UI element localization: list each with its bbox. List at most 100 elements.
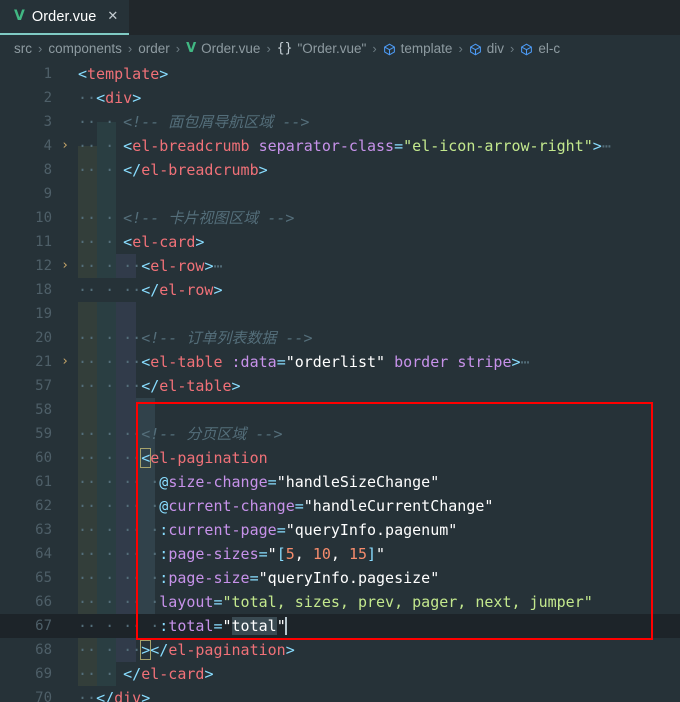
code-line[interactable]: 65 ·· · ·· ·:page-size="queryInfo.pagesi… — [0, 566, 680, 590]
line-number: 12 — [35, 258, 52, 274]
line-code: ·· · ·· ·:page-sizes="[5, 10, 15]" — [78, 545, 386, 563]
line-code: ·· · ·· ·@size-change="handleSizeChange" — [78, 473, 440, 491]
fold-chevron-icon[interactable]: › — [58, 350, 72, 374]
code-line[interactable]: 1 <template> — [0, 62, 680, 86]
line-gutter: 2 — [0, 86, 78, 110]
line-gutter: 19 — [0, 302, 78, 326]
code-line[interactable]: 12 › ·· · ··<el-row>⋯ — [0, 254, 680, 278]
line-gutter: 21 › — [0, 350, 78, 374]
code-editor[interactable]: 1 <template> 2 ··<div> 3 ·· · <!-- 面包屑导航… — [0, 62, 680, 702]
text-selection: total — [231, 617, 277, 635]
breadcrumb-separator-icon: › — [372, 41, 377, 56]
code-line[interactable]: 18 ·· · ··</el-row> — [0, 278, 680, 302]
line-gutter: 65 — [0, 566, 78, 590]
code-comment: <!-- 面包屑导航区域 --> — [123, 113, 310, 131]
breadcrumb-item-src[interactable]: src — [14, 41, 32, 56]
line-number: 8 — [43, 162, 52, 178]
line-code: ·· · ·· ·:total="total" — [78, 617, 287, 635]
code-line[interactable]: 62 ·· · ·· ·@current-change="handleCurre… — [0, 494, 680, 518]
code-line[interactable]: 70 ··</div> — [0, 686, 680, 702]
line-code: ·· · ·· ·@current-change="handleCurrentC… — [78, 497, 494, 515]
vscode-window: V Order.vue ✕ src › components › order ›… — [0, 0, 680, 702]
breadcrumb-item-template[interactable]: template — [383, 41, 452, 56]
code-comment: <!-- 分页区域 --> — [141, 425, 283, 443]
line-gutter: 11 — [0, 230, 78, 254]
code-line[interactable]: 8 ·· · </el-breadcrumb> — [0, 158, 680, 182]
code-line[interactable]: 60 ·· · ··<el-pagination — [0, 446, 680, 470]
fold-chevron-icon[interactable]: › — [58, 254, 72, 278]
breadcrumb-separator-icon: › — [266, 41, 271, 56]
line-number: 69 — [35, 666, 52, 682]
breadcrumb-separator-icon: › — [175, 41, 181, 56]
code-line[interactable]: 64 ·· · ·· ·:page-sizes="[5, 10, 15]" — [0, 542, 680, 566]
line-gutter: 4 › — [0, 134, 78, 158]
line-gutter: 63 — [0, 518, 78, 542]
breadcrumb-label: src — [14, 41, 32, 56]
line-number: 58 — [35, 402, 52, 418]
code-line[interactable]: 19 — [0, 302, 680, 326]
breadcrumb-label: "Order.vue" — [297, 41, 367, 56]
breadcrumb-label: components — [48, 41, 122, 56]
line-number: 19 — [35, 306, 52, 322]
line-code: <template> — [78, 65, 169, 83]
code-line[interactable]: 63 ·· · ·· ·:current-page="queryInfo.pag… — [0, 518, 680, 542]
breadcrumb-item-module[interactable]: {} "Order.vue" — [277, 41, 367, 56]
line-number: 10 — [35, 210, 52, 226]
line-number: 21 — [35, 354, 52, 370]
line-code: ·· · ··<el-table :data="orderlist" borde… — [78, 353, 530, 371]
line-number: 65 — [35, 570, 52, 586]
code-line[interactable]: 11 ·· · <el-card> — [0, 230, 680, 254]
cube-icon — [383, 43, 396, 56]
text-caret — [284, 617, 287, 635]
line-number: 63 — [35, 522, 52, 538]
code-line[interactable]: 66 ·· · ·· ·layout="total, sizes, prev, … — [0, 590, 680, 614]
line-code: ·· · <el-breadcrumb separator-class="el-… — [78, 137, 611, 155]
breadcrumb-item-el-card[interactable]: el-c — [520, 41, 560, 56]
braces-icon: {} — [276, 41, 293, 56]
code-line[interactable]: 2 ··<div> — [0, 86, 680, 110]
breadcrumb-item-div[interactable]: div — [469, 41, 504, 56]
breadcrumb-separator-icon: › — [458, 41, 463, 56]
tab-label: Order.vue — [31, 8, 97, 25]
code-line[interactable]: 59 ·· · ··<!-- 分页区域 --> — [0, 422, 680, 446]
code-line[interactable]: 3 ·· · <!-- 面包屑导航区域 --> — [0, 110, 680, 134]
line-code: ·· · ··</el-table> — [78, 377, 241, 395]
code-line[interactable]: 9 — [0, 182, 680, 206]
tab-order-vue[interactable]: V Order.vue ✕ — [0, 0, 130, 35]
line-number: 9 — [43, 186, 52, 202]
line-gutter: 60 — [0, 446, 78, 470]
breadcrumb-item-components[interactable]: components — [48, 41, 122, 56]
close-icon[interactable]: ✕ — [107, 10, 118, 23]
line-gutter: 10 — [0, 206, 78, 230]
code-line[interactable]: 68 ·· · ··></el-pagination> — [0, 638, 680, 662]
line-gutter: 67 — [0, 614, 78, 638]
line-gutter: 9 — [0, 182, 78, 206]
breadcrumb-item-order[interactable]: order — [138, 41, 170, 56]
code-line-current[interactable]: 67 ·· · ·· ·:total="total" — [0, 614, 680, 638]
breadcrumb: src › components › order › V Order.vue ›… — [0, 35, 680, 62]
breadcrumb-item-order-vue[interactable]: V Order.vue — [186, 41, 260, 56]
code-line[interactable]: 61 ·· · ·· ·@size-change="handleSizeChan… — [0, 470, 680, 494]
line-code: ··<div> — [78, 89, 142, 107]
vue-file-icon: V — [186, 41, 197, 56]
line-code: ·· · ··</el-row> — [78, 281, 223, 299]
code-line[interactable]: 4 › ·· · <el-breadcrumb separator-class="… — [0, 134, 680, 158]
code-line[interactable]: 58 — [0, 398, 680, 422]
line-code: ·· · ·· ·:page-size="queryInfo.pagesize" — [78, 569, 440, 587]
code-line[interactable]: 57 ·· · ··</el-table> — [0, 374, 680, 398]
breadcrumb-label: Order.vue — [201, 41, 261, 56]
line-gutter: 3 — [0, 110, 78, 134]
breadcrumb-separator-icon: › — [510, 41, 515, 56]
line-number: 60 — [35, 450, 52, 466]
code-line[interactable]: 10 ·· · <!-- 卡片视图区域 --> — [0, 206, 680, 230]
code-line[interactable]: 21 › ·· · ··<el-table :data="orderlist" b… — [0, 350, 680, 374]
code-line[interactable]: 69 ·· · </el-card> — [0, 662, 680, 686]
line-code: ·· · </el-card> — [78, 665, 214, 683]
line-gutter: 58 — [0, 398, 78, 422]
code-lines: 1 <template> 2 ··<div> 3 ·· · <!-- 面包屑导航… — [0, 62, 680, 702]
breadcrumb-separator-icon: › — [127, 41, 133, 56]
fold-chevron-icon[interactable]: › — [58, 134, 72, 158]
code-line[interactable]: 20 ·· · ··<!-- 订单列表数据 --> — [0, 326, 680, 350]
line-number: 68 — [35, 642, 52, 658]
line-number: 66 — [35, 594, 52, 610]
